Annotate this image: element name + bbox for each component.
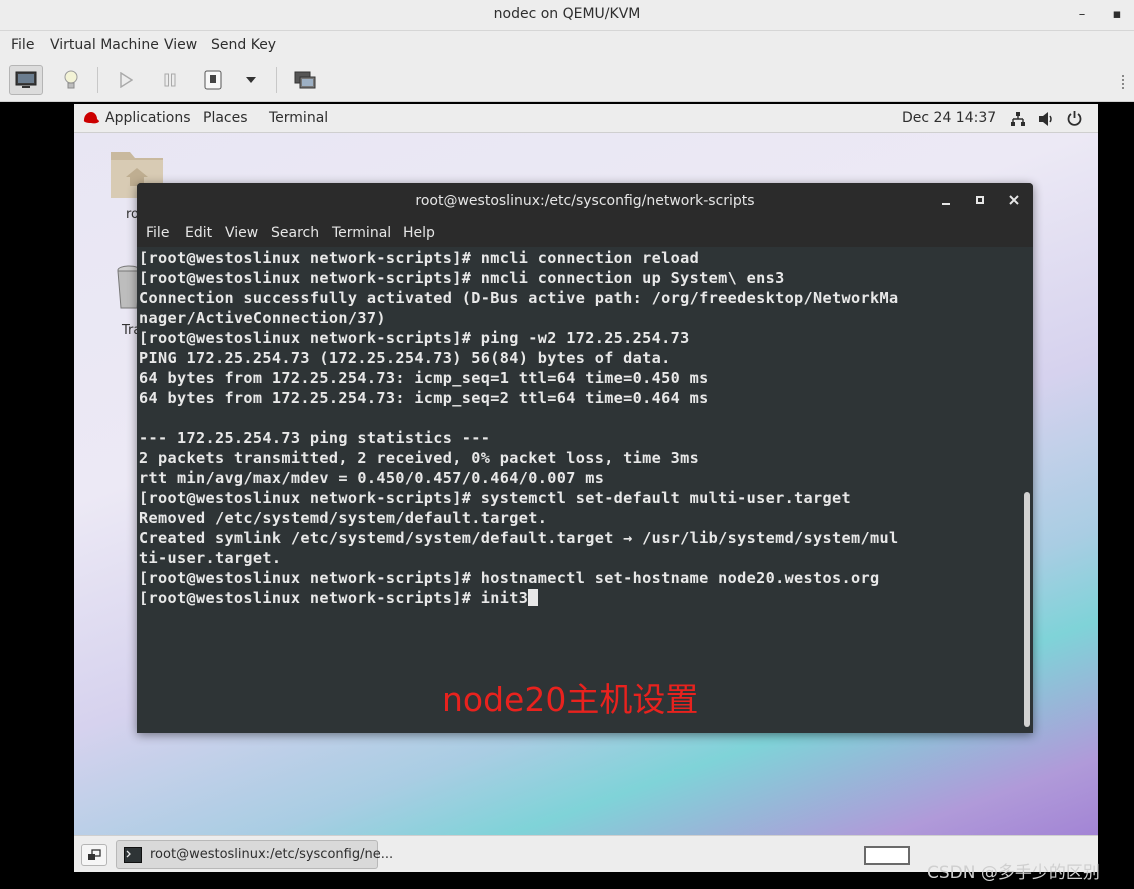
show-desktop-button[interactable] (81, 844, 107, 866)
guest-screen[interactable]: Applications Places Terminal Dec 24 14:3… (74, 104, 1098, 872)
terminal-window[interactable]: root@westoslinux:/etc/sysconfig/network-… (137, 183, 1033, 733)
applications-menu[interactable]: Applications (105, 110, 191, 126)
power-icon[interactable] (1066, 110, 1083, 127)
show-desktop-icon (88, 849, 101, 860)
terminal-line: [root@westoslinux network-scripts]# syst… (139, 489, 852, 507)
terminal-menu-edit[interactable]: Edit (185, 225, 212, 241)
terminal-scrollbar[interactable] (1024, 247, 1030, 733)
fullscreen-button[interactable] (288, 65, 322, 95)
toolbar-separator (276, 67, 277, 93)
terminal-maximize-button[interactable] (971, 192, 989, 210)
terminal-line: nager/ActiveConnection/37) (139, 309, 386, 327)
terminal-prompt-line[interactable]: [root@westoslinux network-scripts]# init… (139, 588, 1021, 608)
gnome-top-panel: Applications Places Terminal Dec 24 14:3… (74, 104, 1098, 133)
terminal-menu-file[interactable]: File (146, 225, 169, 241)
terminal-line: [root@westoslinux network-scripts]# ping… (139, 329, 690, 347)
shutdown-menu-button[interactable] (236, 65, 266, 95)
pause-icon (164, 73, 176, 87)
terminal-icon (124, 847, 142, 863)
terminal-menu-terminal[interactable]: Terminal (332, 225, 391, 241)
host-window-title: nodec on QEMU/KVM (493, 6, 641, 22)
minimize-icon (942, 203, 950, 205)
overlay-caption: node20主机设置 (442, 680, 699, 719)
terminal-scrollbar-thumb[interactable] (1024, 492, 1030, 727)
play-icon (120, 72, 133, 88)
terminal-cursor (528, 589, 539, 606)
terminal-menu-view[interactable]: View (225, 225, 258, 241)
details-button[interactable] (54, 65, 88, 95)
terminal-output[interactable]: [root@westoslinux network-scripts]# nmcl… (137, 247, 1021, 733)
terminal-line: PING 172.25.254.73 (172.25.254.73) 56(84… (139, 349, 671, 367)
terminal-title: root@westoslinux:/etc/sysconfig/network-… (415, 193, 755, 209)
terminal-line: Removed /etc/systemd/system/default.targ… (139, 509, 548, 527)
terminal-minimize-button[interactable] (937, 192, 955, 210)
screens-icon (294, 71, 316, 89)
pause-button[interactable] (153, 65, 187, 95)
menu-virtual-machine[interactable]: Virtual Machine (50, 37, 159, 53)
menu-send-key[interactable]: Send Key (211, 37, 276, 53)
minimize-icon: – (1078, 7, 1086, 22)
workspace-switcher[interactable] (864, 846, 910, 865)
terminal-current-input: [root@westoslinux network-scripts]# init… (139, 589, 529, 607)
terminal-line: 2 packets transmitted, 2 received, 0% pa… (139, 449, 700, 467)
clock[interactable]: Dec 24 14:37 (902, 110, 996, 126)
menu-file[interactable]: File (11, 37, 34, 53)
host-toolbar (0, 59, 1134, 102)
terminal-app-menu[interactable]: Terminal (269, 110, 328, 126)
host-menubar: File Virtual Machine View Send Key (0, 31, 1134, 59)
redhat-icon (83, 112, 99, 124)
close-icon (1009, 195, 1019, 205)
terminal-line: 64 bytes from 172.25.254.73: icmp_seq=1 … (139, 369, 709, 387)
places-menu[interactable]: Places (203, 110, 248, 126)
network-icon[interactable] (1010, 111, 1026, 127)
run-button[interactable] (109, 65, 143, 95)
host-titlebar: nodec on QEMU/KVM – ▪ (0, 0, 1134, 31)
power-off-icon (204, 70, 222, 90)
terminal-line: --- 172.25.254.73 ping statistics --- (139, 429, 491, 447)
volume-icon[interactable] (1038, 111, 1056, 127)
maximize-icon (976, 196, 984, 204)
toolbar-overflow-handle[interactable] (1122, 75, 1126, 89)
terminal-menu-search[interactable]: Search (271, 225, 319, 241)
terminal-line: [root@westoslinux network-scripts]# nmcl… (139, 249, 700, 267)
terminal-line: Created symlink /etc/systemd/system/defa… (139, 529, 899, 547)
monitor-icon (15, 71, 37, 88)
show-console-button[interactable] (9, 65, 43, 95)
terminal-titlebar[interactable]: root@westoslinux:/etc/sysconfig/network-… (137, 183, 1033, 219)
close-button[interactable]: ▪ (1107, 5, 1127, 25)
terminal-close-button[interactable] (1005, 192, 1023, 210)
minimize-button[interactable]: – (1072, 5, 1092, 25)
terminal-line: 64 bytes from 172.25.254.73: icmp_seq=2 … (139, 389, 709, 407)
watermark: CSDN @多手少的区别 (927, 863, 1100, 883)
toolbar-separator (97, 67, 98, 93)
terminal-menu-help[interactable]: Help (403, 225, 435, 241)
terminal-line: rtt min/avg/max/mdev = 0.450/0.457/0.464… (139, 469, 605, 487)
taskbar-terminal-item[interactable]: root@westoslinux:/etc/sysconfig/ne... (116, 840, 393, 869)
taskbar-terminal-label: root@westoslinux:/etc/sysconfig/ne... (150, 847, 394, 862)
terminal-line: [root@westoslinux network-scripts]# host… (139, 569, 880, 587)
shutdown-button[interactable] (196, 65, 230, 95)
terminal-line: ti-user.target. (139, 549, 282, 567)
chevron-down-icon (246, 77, 256, 83)
close-icon: ▪ (1112, 7, 1122, 22)
lightbulb-icon (64, 70, 78, 89)
terminal-line: [root@westoslinux network-scripts]# nmcl… (139, 269, 785, 287)
terminal-line: Connection successfully activated (D-Bus… (139, 289, 899, 307)
terminal-menubar: File Edit View Search Terminal Help (137, 219, 1033, 247)
menu-view[interactable]: View (164, 37, 197, 53)
